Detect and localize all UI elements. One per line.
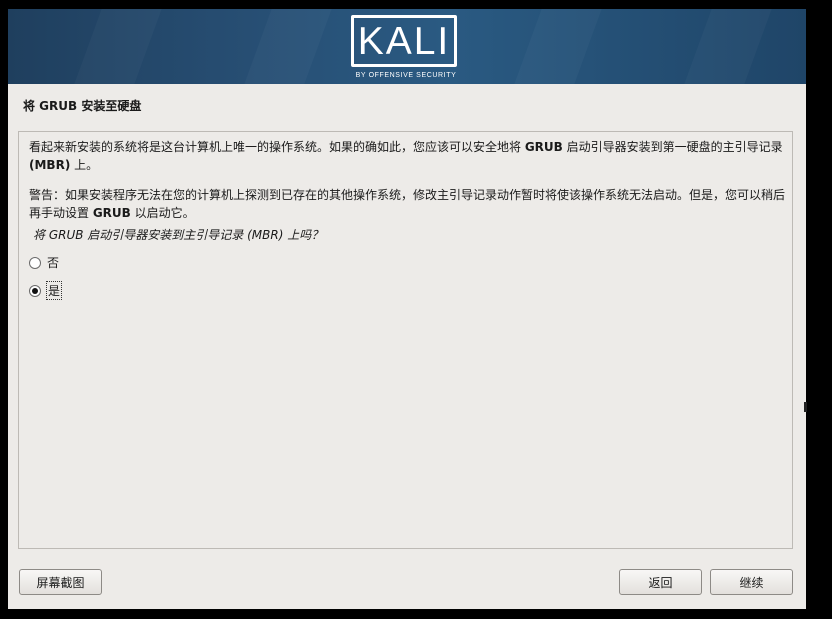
edge-marker bbox=[804, 402, 807, 412]
option-no[interactable]: 否 bbox=[29, 254, 59, 271]
description-paragraph: 看起来新安装的系统将是这台计算机上唯一的操作系统。如果的确如此，您应该可以安全地… bbox=[29, 140, 783, 172]
screenshot-button[interactable]: 屏幕截图 bbox=[19, 569, 102, 595]
back-button[interactable]: 返回 bbox=[619, 569, 702, 595]
option-yes-label[interactable]: 是 bbox=[45, 281, 63, 300]
option-no-label[interactable]: 否 bbox=[47, 254, 59, 271]
radio-no[interactable] bbox=[29, 256, 41, 269]
page-title: 将 GRUB 安装至硬盘 bbox=[23, 99, 142, 113]
kali-banner: KALI BY OFFENSIVE SECURITY bbox=[8, 9, 806, 84]
logo-subtitle: BY OFFENSIVE SECURITY bbox=[355, 72, 457, 79]
radio-yes[interactable] bbox=[29, 284, 41, 297]
content-panel: 看起来新安装的系统将是这台计算机上唯一的操作系统。如果的确如此，您应该可以安全地… bbox=[18, 131, 793, 549]
kali-logo: KALI BY OFFENSIVE SECURITY bbox=[351, 15, 461, 81]
continue-button[interactable]: 继续 bbox=[710, 569, 793, 595]
warning-paragraph: 警告：如果安装程序无法在您的计算机上探测到已存在的其他操作系统，修改主引导记录动… bbox=[29, 188, 786, 220]
installer-window: KALI BY OFFENSIVE SECURITY 将 GRUB 安装至硬盘 … bbox=[8, 9, 806, 609]
logo-text: KALI bbox=[357, 19, 451, 63]
question-label: 将 GRUB 启动引导器安装到主引导记录 (MBR) 上吗？ bbox=[33, 228, 324, 242]
option-yes[interactable]: 是 bbox=[29, 281, 63, 300]
